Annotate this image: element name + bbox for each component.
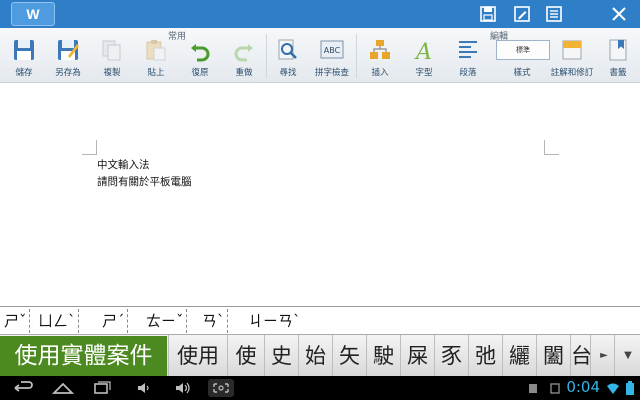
candidate-expand-arrow-icon[interactable]: ▼ [614,335,640,377]
style-preview: 標準 [496,40,550,60]
copy-icon [100,38,124,62]
margin-mark-right [544,140,559,155]
paste-icon [144,38,168,62]
battery-icon [624,379,636,397]
close-icon[interactable] [609,4,629,24]
document-page[interactable]: 中文輸入法 請問有關於平板電腦 [0,83,640,305]
candidate-item[interactable]: 屎 [400,335,434,377]
spellcheck-button[interactable]: ABC 拼字檢查 [310,38,354,80]
composing-syllable[interactable]: ㄊㄧˇ [144,309,187,333]
composing-syllable[interactable]: ㄢˋ [200,309,228,333]
edit-mode-icon[interactable] [512,4,532,24]
menu-list-icon[interactable] [544,4,564,24]
redo-icon [232,38,256,62]
comments-icon [560,38,584,62]
wifi-icon [606,379,620,397]
candidate-item[interactable]: 纚 [502,335,536,377]
candidate-item[interactable]: 弛 [468,335,502,377]
ribbon-toolbar: 常用 編輯 儲存 另存為 複製 貼上 復原 重做 尋找 ABC 拼字檢查 插入 … [0,28,640,83]
bookmark-button[interactable]: 書籤 [596,38,640,80]
volume-down-icon[interactable] [134,379,154,397]
bookmark-icon [606,38,630,62]
back-icon[interactable] [10,379,34,397]
ime-composing-strip: ㄕˇ ㄩㄥˋ ㄕˊ ㄊㄧˇ ㄢˋ ㄐㄧㄢˋ [0,306,640,335]
svg-text:A: A [414,40,432,62]
composing-syllable[interactable]: ㄩㄥˋ [36,309,79,333]
candidate-item[interactable]: 豕 [434,335,468,377]
undo-icon [188,38,212,62]
candidate-item[interactable]: 使 [227,335,264,377]
candidate-item[interactable]: 使用 [168,335,227,377]
composing-syllable[interactable]: ㄕˇ [2,309,30,333]
save-icon [12,38,36,62]
paragraph-icon [456,38,480,62]
style-button[interactable]: 標準 樣式 [496,38,550,80]
candidate-next-arrow-icon[interactable]: ► [590,335,617,377]
title-bar: W [0,0,640,28]
ime-candidate-bar: 使用實體案件 使用 使 史 始 矢 駛 屎 豕 弛 纚 闔 台 ► ▼ [0,334,640,377]
home-icon[interactable] [50,379,76,397]
spellcheck-icon: ABC [320,38,344,62]
status-clock: 0:04 [566,378,600,396]
volume-up-icon[interactable] [172,379,192,397]
save-as-icon [56,38,80,62]
document-line[interactable]: 請問有關於平板電腦 [97,174,192,189]
candidate-item[interactable]: 史 [264,335,298,377]
notification-icon[interactable] [548,379,562,397]
recent-apps-icon[interactable] [90,379,114,397]
composing-syllable[interactable]: ㄐㄧㄢˋ [246,309,303,333]
comments-button[interactable]: 註解和修訂 [550,38,594,80]
insert-icon [368,38,392,62]
system-nav-bar: 0:04 [0,376,640,400]
candidate-item[interactable]: 台 [570,335,591,377]
composing-syllable[interactable]: ㄕˊ [100,309,128,333]
svg-text:ABC: ABC [324,46,341,55]
selected-candidate[interactable]: 使用實體案件 [0,336,167,376]
document-line[interactable]: 中文輸入法 [97,157,150,172]
save-icon[interactable] [478,4,498,24]
app-logo[interactable]: W [11,2,55,26]
candidate-item[interactable]: 駛 [366,335,400,377]
candidate-item[interactable]: 闔 [536,335,570,377]
candidate-item[interactable]: 矢 [332,335,366,377]
candidate-item[interactable]: 始 [298,335,332,377]
font-icon: A [412,38,436,65]
find-icon [276,38,300,62]
notification-icon[interactable] [526,379,540,397]
screenshot-icon[interactable] [208,379,234,397]
paragraph-button[interactable]: 段落 [446,38,490,80]
margin-mark-left [82,140,97,155]
